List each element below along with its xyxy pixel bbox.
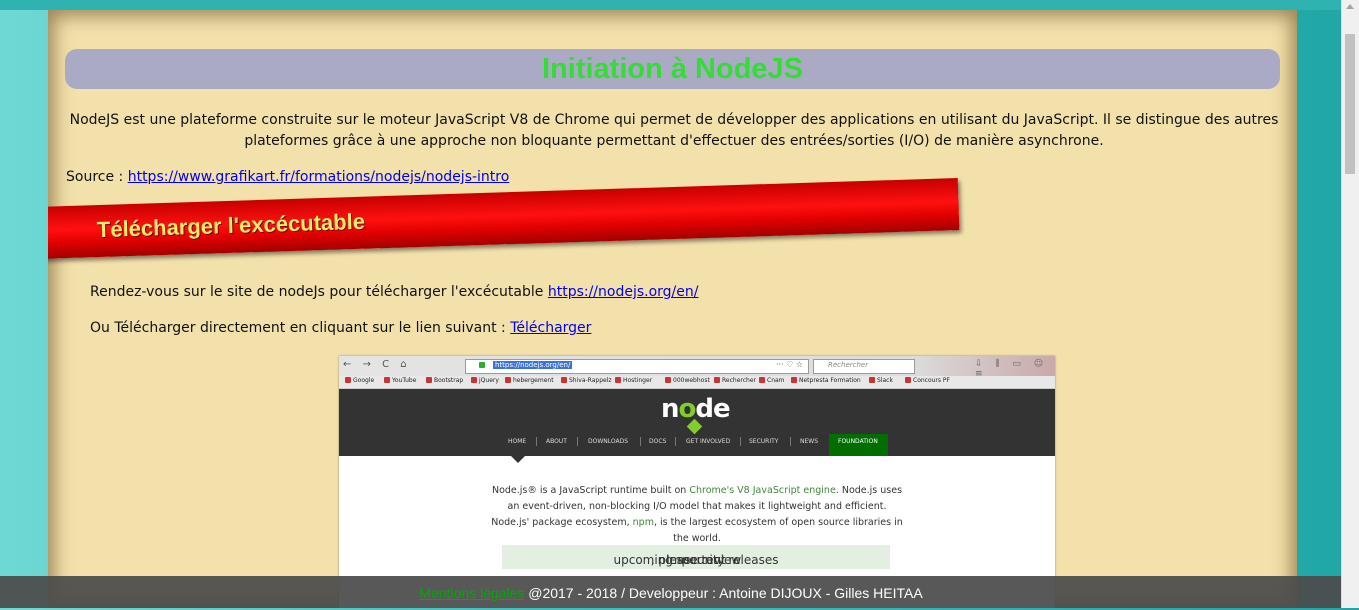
bookmark-item: YouTube <box>384 377 416 384</box>
bookmark-item: jQuery <box>471 377 499 384</box>
bookmark-item: Concours PF <box>905 377 950 384</box>
logo-letter-n: n <box>661 394 679 424</box>
source-line: Source : https://www.grafikart.fr/format… <box>66 169 509 185</box>
nav-home: HOME <box>508 438 527 445</box>
nav-about: ABOUT <box>546 438 567 445</box>
security-notice: Important upcoming security releases, pl… <box>502 545 890 569</box>
legal-notice-link[interactable]: Mentions légales <box>419 585 524 601</box>
page-title: Initiation à NodeJS <box>541 53 804 85</box>
nav-divider <box>675 437 676 446</box>
browser-search-box: Rechercher <box>813 359 915 374</box>
nav-get-involved: GET INVOLVED <box>686 438 731 445</box>
bookmark-item: Hostinger <box>615 377 652 384</box>
bookmarks-bar: Google YouTube Bootstrap jQuery hebergem… <box>339 376 1055 389</box>
desc-link-v8: Chrome's V8 JavaScript engine <box>689 485 836 496</box>
page-content: Initiation à NodeJS NodeJS est une plate… <box>48 10 1297 608</box>
nav-security: SECURITY <box>749 438 779 445</box>
bookmark-item: 000webhost <box>665 377 710 384</box>
bookmark-item: hebergement <box>505 377 554 384</box>
nav-divider <box>536 437 537 446</box>
nav-pointer-icon <box>511 456 525 463</box>
footer: Mentions légales @2017 - 2018 / Developp… <box>0 576 1342 608</box>
bookmark-item: Rechercher <box>714 377 756 384</box>
nav-divider <box>740 437 741 446</box>
nav-foundation-label: FOUNDATION <box>838 438 878 445</box>
nav-divider <box>577 437 578 446</box>
nodejs-header: node HOME ABOUT DOWNLOADS DOCS GET INVOL… <box>339 389 1055 456</box>
top-strip <box>0 0 1359 10</box>
nav-divider <box>790 437 791 446</box>
direct-download-link[interactable]: Télécharger <box>510 320 591 336</box>
desc-link-npm: npm <box>632 517 654 528</box>
title-bar: Initiation à NodeJS <box>65 49 1280 89</box>
section-banner: Télécharger l'excécutable <box>48 178 960 259</box>
browser-search-placeholder: Rechercher <box>828 361 869 369</box>
bookmark-item: Cnam <box>759 377 785 384</box>
nodejs-site-link[interactable]: https://nodejs.org/en/ <box>548 284 699 300</box>
address-bar: https://nodejs.org/en/ ··· ♡ ☆ <box>465 359 809 374</box>
download-site-paragraph: Rendez-vous sur le site de nodeJs pour t… <box>90 284 698 300</box>
nav-docs: DOCS <box>649 438 667 445</box>
nav-divider <box>640 437 641 446</box>
nodejs-site-screenshot: ← → C ⌂ https://nodejs.org/en/ ··· ♡ ☆ R… <box>339 356 1055 608</box>
scroll-up-arrow-icon[interactable] <box>1346 4 1354 9</box>
bookmark-item: Bootstrap <box>426 377 463 384</box>
nodejs-description: Node.js® is a JavaScript runtime built o… <box>487 483 907 547</box>
download-site-text: Rendez-vous sur le site de nodeJs pour t… <box>90 284 548 300</box>
direct-download-paragraph: Ou Télécharger directement en cliquant s… <box>90 320 591 336</box>
bookmark-item: Shiva-Rappelz <box>561 377 612 384</box>
source-label: Source : <box>66 169 128 185</box>
address-text: https://nodejs.org/en/ <box>493 361 573 369</box>
logo-letters-de: de <box>695 394 730 424</box>
desc-part-3: , is the largest ecosystem of open sourc… <box>653 517 903 544</box>
scroll-thumb[interactable] <box>1345 34 1355 174</box>
direct-download-text: Ou Télécharger directement en cliquant s… <box>90 320 511 336</box>
bookmark-item: Netpresta Formation <box>791 377 861 384</box>
nav-news: NEWS <box>800 438 819 445</box>
footer-credits: @2017 - 2018 / Developpeur : Antoine DIJ… <box>524 585 923 601</box>
browser-nav-icons: ← → C ⌂ <box>343 359 411 370</box>
bookmark-item: Slack <box>869 377 893 384</box>
address-bar-icons: ··· ♡ ☆ <box>775 360 803 369</box>
source-link[interactable]: https://www.grafikart.fr/formations/node… <box>128 169 510 185</box>
nav-downloads: DOWNLOADS <box>588 438 629 445</box>
nav-foundation: FOUNDATION <box>829 434 888 456</box>
section-title: Télécharger l'excécutable <box>96 208 366 243</box>
desc-part-1: Node.js® is a JavaScript runtime built o… <box>491 485 690 496</box>
notice-part-2: , please review <box>650 553 742 567</box>
vertical-scrollbar[interactable] <box>1341 0 1359 608</box>
lock-icon <box>479 362 485 368</box>
bookmark-item: Google <box>345 377 374 384</box>
intro-paragraph: NodeJS est une plateforme construite sur… <box>69 112 1279 149</box>
browser-toolbar: ← → C ⌂ https://nodejs.org/en/ ··· ♡ ☆ R… <box>339 356 1055 379</box>
